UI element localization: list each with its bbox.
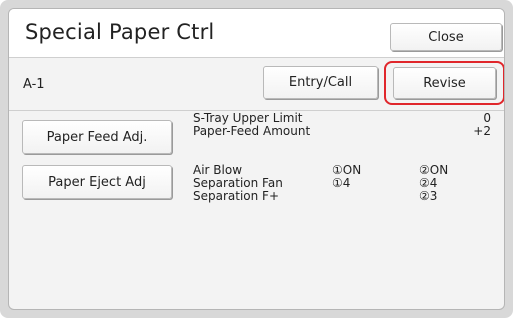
special-paper-ctrl-panel: Special Paper Ctrl Close A-1 Entry/Call …: [8, 8, 505, 310]
paper-feed-amount-value: +2: [473, 124, 491, 138]
device-frame: Special Paper Ctrl Close A-1 Entry/Call …: [0, 0, 513, 318]
separation-fan-col1-value: ①4: [332, 176, 351, 190]
paper-feed-values: 0 +2: [449, 112, 491, 138]
paper-eject-col2: ②ON ②4 ②3: [419, 164, 448, 203]
entry-call-button[interactable]: Entry/Call: [263, 66, 378, 99]
page-title: Special Paper Ctrl: [25, 20, 215, 44]
separation-f-plus-col2-value: ②3: [419, 189, 438, 203]
paper-eject-col1: ①ON ①4: [332, 164, 361, 190]
header-bar: Special Paper Ctrl Close: [9, 9, 504, 58]
close-button[interactable]: Close: [390, 23, 502, 51]
revise-button[interactable]: Revise: [393, 67, 496, 99]
paper-feed-labels: S-Tray Upper Limit Paper-Feed Amount: [193, 112, 310, 138]
memory-slot-label: A-1: [23, 77, 45, 92]
separation-f-plus-label: Separation F+: [193, 189, 280, 203]
memory-bar: A-1 Entry/Call Revise: [9, 58, 504, 111]
paper-feed-amount-label: Paper-Feed Amount: [193, 124, 311, 138]
paper-feed-adj-button[interactable]: Paper Feed Adj.: [22, 120, 172, 154]
paper-eject-labels: Air Blow Separation Fan Separation F+: [193, 164, 283, 203]
revise-highlight: Revise: [384, 61, 504, 105]
paper-eject-adj-button[interactable]: Paper Eject Adj: [22, 165, 172, 199]
